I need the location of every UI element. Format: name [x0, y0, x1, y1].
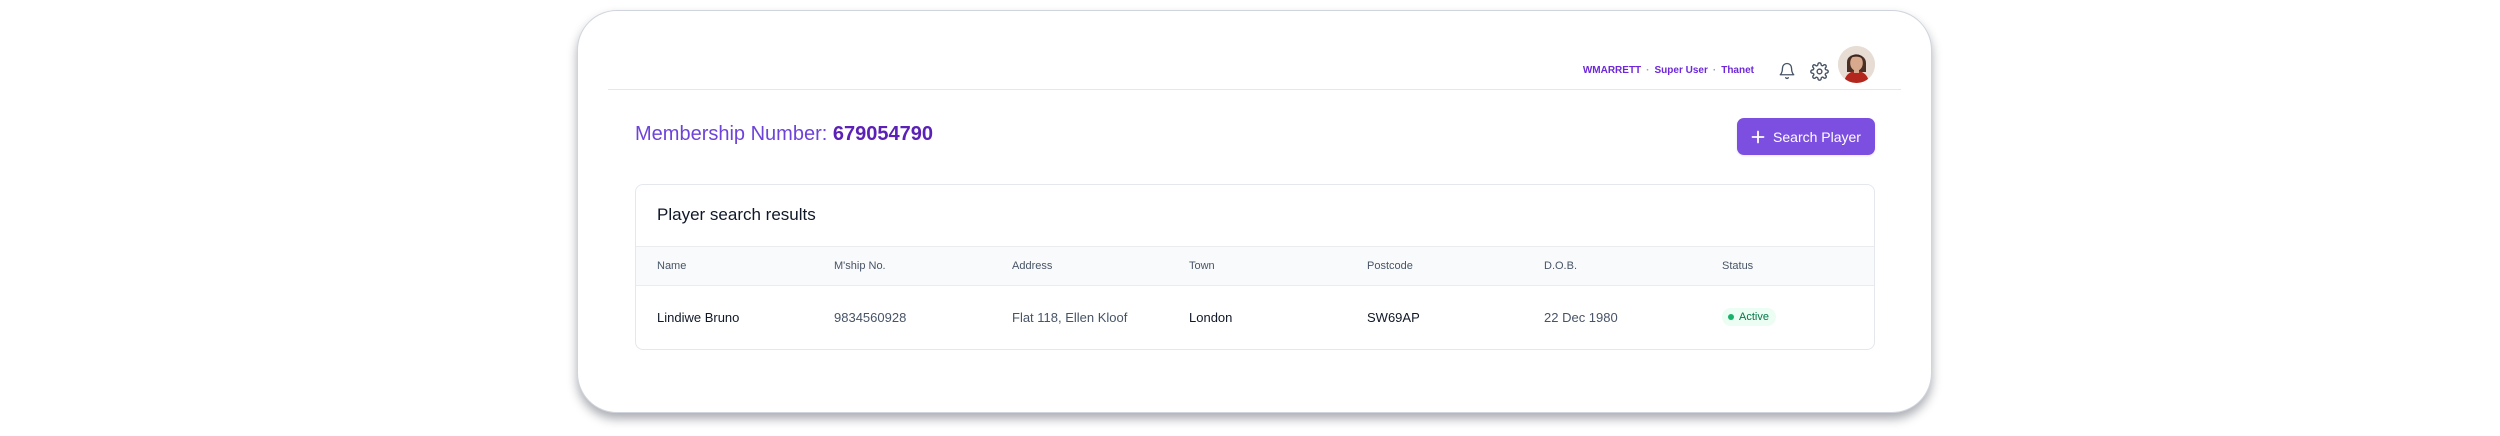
table-row[interactable]: Lindiwe Bruno 9834560928 Flat 118, Ellen…: [636, 286, 1874, 349]
cell-membership-no: 9834560928: [834, 310, 907, 325]
page-title-label: Membership Number:: [635, 123, 828, 145]
top-bar: WMARRETT · Super User · Thanet: [608, 11, 1901, 90]
status-label: Active: [1739, 311, 1769, 323]
column-header-postcode: Postcode: [1367, 260, 1413, 272]
column-header-dob: D.O.B.: [1544, 260, 1578, 272]
cell-dob: 22 Dec 1980: [1544, 310, 1618, 325]
column-header-address: Address: [1012, 260, 1053, 272]
results-title: Player search results: [657, 205, 816, 224]
status-dot-icon: [1728, 314, 1734, 320]
cell-name: Lindiwe Bruno: [657, 310, 740, 325]
user-location: Thanet: [1721, 65, 1754, 76]
search-player-button[interactable]: Search Player: [1737, 118, 1875, 155]
username: WMARRETT: [1582, 65, 1642, 76]
settings-button[interactable]: [1808, 60, 1830, 82]
status-badge: Active: [1722, 308, 1776, 326]
membership-number: 679054790: [832, 123, 933, 145]
separator: ·: [1646, 65, 1650, 76]
column-header-status: Status: [1722, 260, 1754, 272]
column-header-name: Name: [657, 260, 687, 272]
cell-address: Flat 118, Ellen Kloof: [1012, 310, 1128, 325]
avatar-image: [1838, 46, 1875, 83]
column-header-membership-no: M'ship No.: [834, 260, 886, 272]
separator: ·: [1712, 65, 1717, 76]
search-player-label: Search Player: [1773, 128, 1861, 145]
gear-icon: [1809, 61, 1829, 81]
notifications-button[interactable]: [1776, 60, 1798, 82]
app-window: WMARRETT · Super User · Thanet Membershi…: [577, 10, 1932, 413]
plus-icon: [1751, 130, 1765, 143]
cell-town: London: [1189, 310, 1233, 325]
cell-postcode: SW69AP: [1367, 310, 1420, 325]
table-header: Name M'ship No. Address Town Postcode D.…: [636, 246, 1874, 286]
column-header-town: Town: [1189, 260, 1215, 272]
search-results-card: Player search results Name M'ship No. Ad…: [635, 184, 1875, 350]
user-role: Super User: [1654, 65, 1708, 76]
bell-icon: [1779, 62, 1795, 80]
user-avatar[interactable]: [1838, 46, 1875, 83]
page-title: Membership Number: 679054790: [635, 123, 933, 146]
user-info: WMARRETT · Super User · Thanet: [1583, 65, 1754, 76]
